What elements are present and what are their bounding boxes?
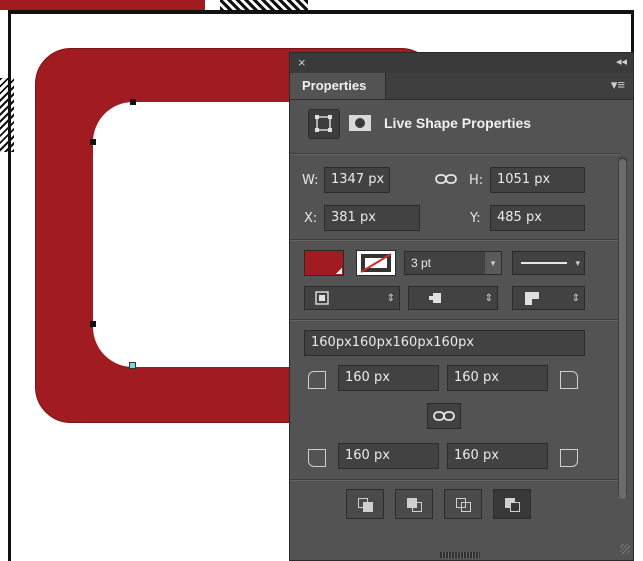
collapse-icon[interactable]: ◂◂ <box>616 55 627 68</box>
stepper-icon: ⇕ <box>571 293 580 304</box>
top-left-radius-field[interactable]: 160 px <box>338 365 439 391</box>
bottom-left-corner-icon <box>308 449 326 467</box>
path-anchor-point[interactable] <box>90 321 96 327</box>
top-left-corner-icon <box>308 371 326 389</box>
panel-menu-icon[interactable]: ▾≡ <box>611 77 625 93</box>
stepper-icon: ⇕ <box>484 293 493 304</box>
fill-color-swatch[interactable]: ◢ <box>304 250 344 276</box>
width-field[interactable]: 1347 px <box>324 167 390 193</box>
mask-mode-button[interactable] <box>346 109 376 137</box>
path-anchor-point[interactable] <box>90 139 96 145</box>
properties-panel: × ◂◂ Properties ▾≡ Live Shape Properties… <box>289 52 634 561</box>
stroke-caps-dropdown[interactable]: ⇕ <box>408 286 498 310</box>
stroke-align-dropdown[interactable]: ⇕ <box>304 286 400 310</box>
stroke-color-swatch[interactable] <box>356 250 396 276</box>
path-anchor-point-selected[interactable] <box>129 362 136 369</box>
path-anchor-point[interactable] <box>130 99 136 105</box>
y-position-field[interactable]: 485 px <box>490 205 585 231</box>
divider <box>290 153 620 155</box>
chevron-down-icon: ◢ <box>335 266 342 275</box>
divider <box>290 239 620 241</box>
stroke-type-dropdown[interactable]: ▾ <box>512 251 585 275</box>
x-position-field[interactable]: 381 px <box>324 205 420 231</box>
link-icon <box>433 411 455 421</box>
panel-resize-handle[interactable] <box>440 552 480 558</box>
panel-title-bar[interactable]: × ◂◂ <box>290 53 633 73</box>
combine-shapes-button[interactable] <box>346 489 384 519</box>
divider <box>290 319 620 321</box>
section-heading: Live Shape Properties <box>384 115 532 131</box>
canvas-artwork-pattern-top <box>220 0 308 10</box>
solid-line-icon <box>521 262 567 264</box>
x-label: X: <box>304 211 318 226</box>
panel-tab-strip: Properties ▾≡ <box>290 73 633 100</box>
butt-cap-icon <box>429 293 441 303</box>
top-right-radius-field[interactable]: 160 px <box>447 365 548 391</box>
width-label: W: <box>302 173 319 188</box>
scroll-thumb[interactable] <box>619 159 626 499</box>
miter-corner-icon <box>525 292 539 305</box>
link-dimensions-icon[interactable] <box>435 172 457 188</box>
bottom-right-radius-field[interactable]: 160 px <box>447 443 548 469</box>
y-label: Y: <box>470 211 481 226</box>
top-right-corner-icon <box>560 371 578 389</box>
stepper-icon: ⇕ <box>386 293 395 304</box>
stroke-width-dropdown[interactable]: 3 pt ▾ <box>404 251 502 275</box>
exclude-overlap-button[interactable] <box>493 489 531 519</box>
tab-properties[interactable]: Properties <box>290 73 386 99</box>
stroke-corners-dropdown[interactable]: ⇕ <box>512 286 585 310</box>
link-radii-button[interactable] <box>427 403 461 429</box>
bottom-right-corner-icon <box>560 449 578 467</box>
stroke-width-value: 3 pt <box>411 256 432 270</box>
subtract-front-shape-button[interactable] <box>395 489 433 519</box>
height-field[interactable]: 1051 px <box>490 167 585 193</box>
close-icon[interactable]: × <box>298 55 306 70</box>
panel-scrollbar[interactable] <box>618 157 627 499</box>
bounding-box-icon <box>315 115 332 132</box>
chevron-down-icon: ▾ <box>485 252 501 274</box>
chevron-down-icon: ▾ <box>575 258 580 268</box>
transform-mode-button[interactable] <box>308 109 340 139</box>
canvas-border-left <box>8 14 11 561</box>
canvas-border-top <box>8 10 634 14</box>
properties-header: Live Shape Properties <box>304 109 604 141</box>
stroke-none-icon <box>360 253 392 273</box>
canvas-artwork-red-strip <box>0 0 205 10</box>
corner-radius-summary-field[interactable]: 160px160px160px160px <box>304 330 585 356</box>
height-label: H: <box>469 173 484 188</box>
canvas-artwork-pattern-left <box>0 78 14 152</box>
corner-resize-handle[interactable] <box>620 544 630 554</box>
bottom-left-radius-field[interactable]: 160 px <box>338 443 439 469</box>
layer-mask-icon <box>349 115 371 131</box>
stroke-inside-icon <box>315 291 329 305</box>
intersect-shapes-button[interactable] <box>444 489 482 519</box>
divider <box>290 479 620 481</box>
